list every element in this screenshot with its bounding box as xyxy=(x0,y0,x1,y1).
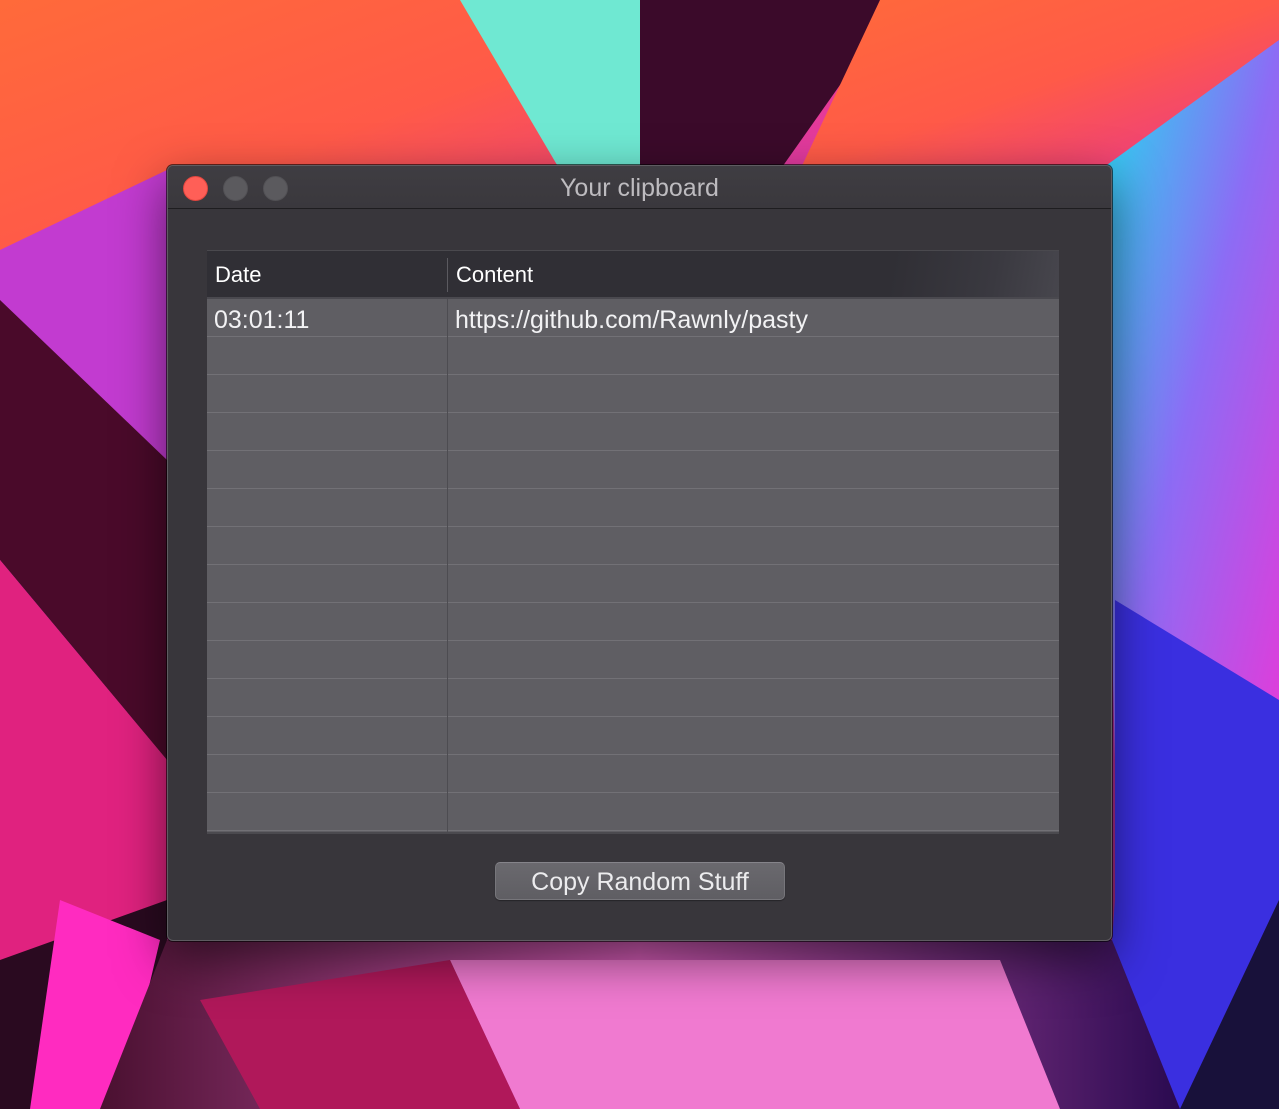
date-cell xyxy=(214,565,444,602)
content-cell xyxy=(455,451,1050,488)
content-cell xyxy=(455,679,1050,716)
content-cell xyxy=(455,375,1050,412)
table-row[interactable] xyxy=(207,755,1059,793)
date-cell xyxy=(214,717,444,754)
content-cell: https://github.com/Rawnly/pasty xyxy=(455,306,808,334)
content-cell xyxy=(455,527,1050,564)
date-cell xyxy=(214,375,444,412)
content-cell xyxy=(455,603,1050,640)
column-divider xyxy=(447,299,448,832)
column-header-date[interactable]: Date xyxy=(207,251,447,298)
table-row[interactable] xyxy=(207,375,1059,413)
table-row[interactable] xyxy=(207,337,1059,375)
content-cell xyxy=(455,641,1050,678)
date-cell xyxy=(214,451,444,488)
date-cell xyxy=(214,679,444,716)
content-cell xyxy=(455,489,1050,526)
date-cell xyxy=(214,337,444,374)
clipboard-table[interactable]: Date Content 03:01:11 https://github.com/… xyxy=(207,250,1059,834)
content-cell xyxy=(455,717,1050,754)
table-rows: 03:01:11 https://github.com/Rawnly/pasty xyxy=(207,299,1059,831)
table-row[interactable]: 03:01:11 https://github.com/Rawnly/pasty xyxy=(207,299,1059,337)
date-cell xyxy=(214,755,444,792)
table-row[interactable] xyxy=(207,641,1059,679)
table-row[interactable] xyxy=(207,527,1059,565)
content-cell xyxy=(455,413,1050,450)
table-header: Date Content xyxy=(207,250,1059,299)
content-cell xyxy=(455,793,1050,830)
table-row[interactable] xyxy=(207,603,1059,641)
date-cell xyxy=(214,793,444,830)
content-cell xyxy=(455,755,1050,792)
date-cell xyxy=(214,489,444,526)
table-row[interactable] xyxy=(207,717,1059,755)
column-header-content[interactable]: Content xyxy=(448,251,1059,298)
date-cell xyxy=(214,527,444,564)
date-cell: 03:01:11 xyxy=(214,306,310,334)
date-cell xyxy=(214,413,444,450)
clipboard-window: Your clipboard Date Content 03:01:11 http… xyxy=(167,165,1112,941)
content-cell xyxy=(455,565,1050,602)
date-cell xyxy=(214,641,444,678)
table-row[interactable] xyxy=(207,451,1059,489)
desktop: Your clipboard Date Content 03:01:11 http… xyxy=(0,0,1279,1109)
table-row[interactable] xyxy=(207,489,1059,527)
table-row[interactable] xyxy=(207,413,1059,451)
table-row[interactable] xyxy=(207,793,1059,831)
table-row[interactable] xyxy=(207,565,1059,603)
copy-random-stuff-button[interactable]: Copy Random Stuff xyxy=(495,862,785,900)
content-cell xyxy=(455,337,1050,374)
window-title: Your clipboard xyxy=(560,174,719,202)
date-cell xyxy=(214,603,444,640)
table-row[interactable] xyxy=(207,679,1059,717)
title-bar[interactable]: Your clipboard xyxy=(168,166,1111,209)
